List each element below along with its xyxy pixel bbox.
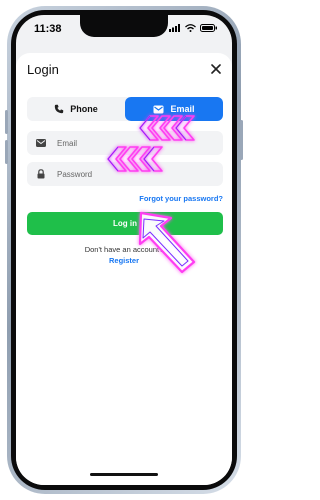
mail-icon <box>153 105 164 113</box>
wifi-icon <box>185 24 196 32</box>
email-input[interactable] <box>57 131 217 155</box>
login-method-tabs: Phone Email <box>27 97 223 121</box>
register-link[interactable]: Register <box>16 256 232 265</box>
status-bar: 11:38 <box>16 15 232 43</box>
forgot-password-link[interactable]: Forgot your password? <box>139 194 223 203</box>
tab-phone[interactable]: Phone <box>27 97 125 121</box>
home-indicator <box>90 473 158 476</box>
side-button <box>5 110 8 134</box>
phone-icon <box>55 104 64 114</box>
battery-icon <box>200 24 217 32</box>
login-title: Login <box>27 62 59 77</box>
mail-icon <box>36 139 46 147</box>
login-button[interactable]: Log in <box>27 212 223 235</box>
tab-email[interactable]: Email <box>125 97 223 121</box>
signal-icon <box>169 24 180 32</box>
no-account-text: Don't have an account? <box>84 245 164 254</box>
phone-stage: 11:38 Login Phone Email Email Forgot you… <box>0 0 250 500</box>
email-field <box>27 131 223 155</box>
login-button-label: Log in <box>113 219 137 228</box>
side-button <box>5 140 8 164</box>
notch <box>80 15 168 37</box>
login-sheet: Login Phone Email Email Forgot your pass… <box>16 53 232 485</box>
lock-icon <box>37 169 45 179</box>
status-icons <box>169 24 218 32</box>
phone-screen: 11:38 Login Phone Email Email Forgot you… <box>16 15 232 485</box>
close-icon <box>211 64 221 74</box>
status-time: 11:38 <box>34 23 62 35</box>
tab-email-label: Email <box>170 104 195 114</box>
password-input[interactable] <box>57 162 217 186</box>
close-button[interactable] <box>209 62 223 76</box>
side-button <box>240 120 243 160</box>
password-field <box>27 162 223 186</box>
tab-phone-label: Phone <box>70 104 98 114</box>
